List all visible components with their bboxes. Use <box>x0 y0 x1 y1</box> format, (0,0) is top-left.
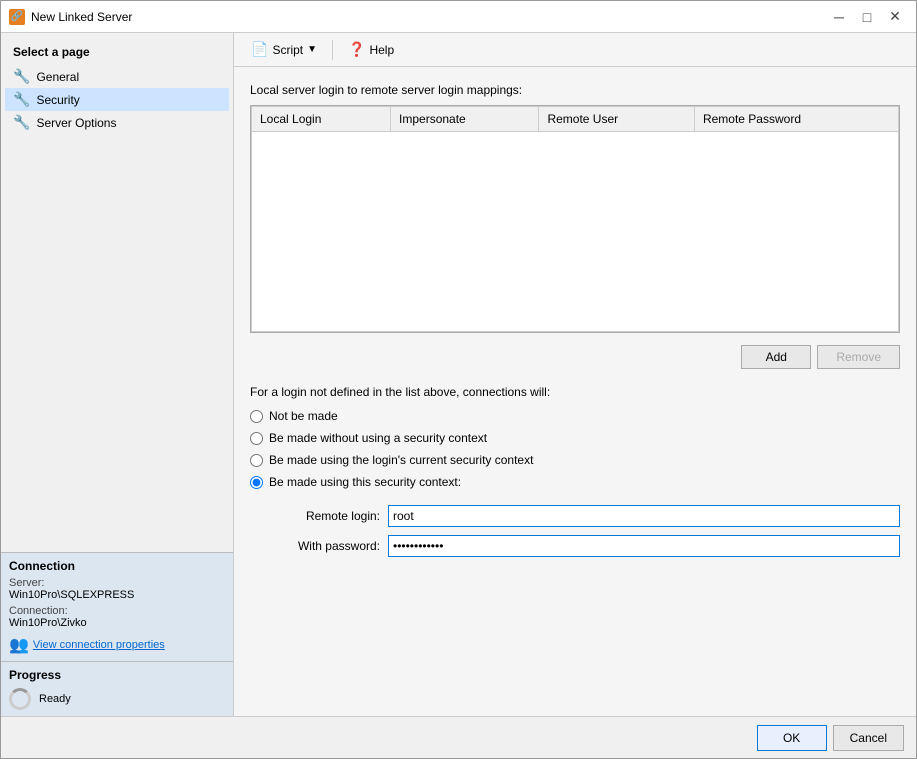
sidebar-item-security[interactable]: 🔧 Security <box>5 88 229 111</box>
with-password-row: With password: <box>270 535 900 557</box>
bottom-bar: OK Cancel <box>1 716 916 758</box>
window-title: New Linked Server <box>31 10 132 24</box>
sidebar-item-label-general: General <box>36 70 79 84</box>
connection-section-title: Connection <box>9 559 225 573</box>
action-buttons: Add Remove <box>250 345 900 369</box>
sidebar-item-label-server-options: Server Options <box>36 116 116 130</box>
sidebar-item-label-security: Security <box>36 93 79 107</box>
server-options-icon: 🔧 <box>13 114 30 131</box>
remote-login-input[interactable] <box>388 505 900 527</box>
progress-row: Ready <box>9 688 225 710</box>
help-button[interactable]: ❓ Help <box>339 37 403 62</box>
col-impersonate: Impersonate <box>391 107 539 132</box>
radio-this-context-label: Be made using this security context: <box>269 475 461 489</box>
window-icon: 🔗 <box>9 9 25 25</box>
connection-value: Win10Pro\Zivko <box>9 617 225 629</box>
radio-group: Not be made Be made without using a secu… <box>250 409 900 489</box>
minimize-button[interactable]: ─ <box>826 6 852 28</box>
radio-without-security-input[interactable] <box>250 432 263 445</box>
script-button[interactable]: 📄 Script ▼ <box>242 37 326 62</box>
col-local-login: Local Login <box>252 107 391 132</box>
sidebar-item-server-options[interactable]: 🔧 Server Options <box>5 111 229 134</box>
security-icon: 🔧 <box>13 91 30 108</box>
sidebar-spacer <box>1 138 233 552</box>
main-window: 🔗 New Linked Server ─ □ ✕ Select a page … <box>0 0 917 759</box>
radio-login-context-input[interactable] <box>250 454 263 467</box>
progress-section: Progress Ready <box>1 661 233 716</box>
sidebar-section-pages: Select a page 🔧 General 🔧 Security 🔧 Ser… <box>1 33 233 138</box>
with-password-input[interactable] <box>388 535 900 557</box>
title-bar-controls: ─ □ ✕ <box>826 6 908 28</box>
radio-not-be-made-input[interactable] <box>250 410 263 423</box>
col-remote-password: Remote Password <box>694 107 898 132</box>
radio-not-be-made[interactable]: Not be made <box>250 409 900 423</box>
radio-login-context[interactable]: Be made using the login's current securi… <box>250 453 900 467</box>
sidebar-item-general[interactable]: 🔧 General <box>5 65 229 88</box>
col-remote-user: Remote User <box>539 107 695 132</box>
connection-link-row: 👥 View connection properties <box>9 635 225 655</box>
mapping-grid: Local Login Impersonate Remote User Remo… <box>251 106 899 332</box>
form-fields: Remote login: With password: <box>270 505 900 557</box>
ok-button[interactable]: OK <box>757 725 827 751</box>
server-label: Server: <box>9 577 225 589</box>
script-label: Script <box>272 43 303 57</box>
maximize-button[interactable]: □ <box>854 6 880 28</box>
script-dropdown-arrow: ▼ <box>307 44 317 55</box>
radio-this-context[interactable]: Be made using this security context: <box>250 475 900 489</box>
title-bar-left: 🔗 New Linked Server <box>9 9 132 25</box>
close-button[interactable]: ✕ <box>882 6 908 28</box>
toolbar-separator <box>332 40 333 60</box>
table-empty-row-1 <box>252 132 899 332</box>
radio-without-security-label: Be made without using a security context <box>269 431 487 445</box>
progress-status: Ready <box>39 693 71 705</box>
select-page-label: Select a page <box>5 41 229 65</box>
radio-this-context-input[interactable] <box>250 476 263 489</box>
toolbar: 📄 Script ▼ ❓ Help <box>234 33 916 67</box>
content-area: Local server login to remote server logi… <box>234 67 916 716</box>
server-value: Win10Pro\SQLEXPRESS <box>9 589 225 601</box>
add-button[interactable]: Add <box>741 345 811 369</box>
view-connection-properties-link[interactable]: View connection properties <box>33 639 165 651</box>
radio-not-be-made-label: Not be made <box>269 409 338 423</box>
cancel-button[interactable]: Cancel <box>833 725 904 751</box>
progress-spinner <box>9 688 31 710</box>
right-panel: 📄 Script ▼ ❓ Help Local server login to … <box>234 33 916 716</box>
remove-button[interactable]: Remove <box>817 345 900 369</box>
connection-section: Connection Server: Win10Pro\SQLEXPRESS C… <box>1 552 233 661</box>
connection-properties-icon: 👥 <box>9 635 29 655</box>
with-password-label: With password: <box>270 539 380 553</box>
main-content: Select a page 🔧 General 🔧 Security 🔧 Ser… <box>1 33 916 716</box>
login-mapping-table: Local Login Impersonate Remote User Remo… <box>250 105 900 333</box>
remote-login-label: Remote login: <box>270 509 380 523</box>
help-label: Help <box>369 43 394 57</box>
radio-login-context-label: Be made using the login's current securi… <box>269 453 533 467</box>
connection-label: Connection: <box>9 605 225 617</box>
help-icon: ❓ <box>348 41 365 58</box>
general-icon: 🔧 <box>13 68 30 85</box>
script-icon: 📄 <box>251 41 268 58</box>
mapping-label: Local server login to remote server logi… <box>250 83 900 97</box>
sidebar: Select a page 🔧 General 🔧 Security 🔧 Ser… <box>1 33 234 716</box>
remote-login-row: Remote login: <box>270 505 900 527</box>
radio-without-security[interactable]: Be made without using a security context <box>250 431 900 445</box>
title-bar: 🔗 New Linked Server ─ □ ✕ <box>1 1 916 33</box>
connections-label: For a login not defined in the list abov… <box>250 385 900 399</box>
progress-title: Progress <box>9 668 225 682</box>
